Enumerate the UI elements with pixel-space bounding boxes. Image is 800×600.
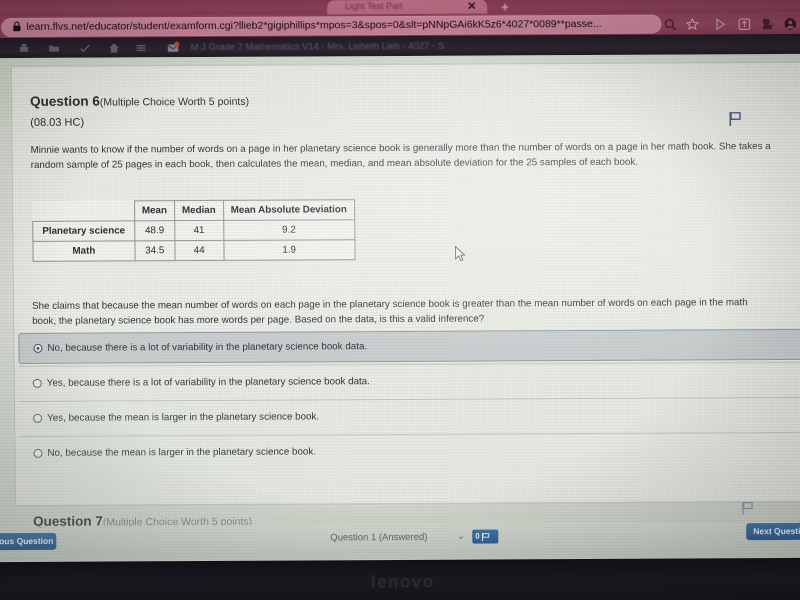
folder-icon[interactable] bbox=[48, 42, 61, 55]
table-header-row: Mean Median Mean Absolute Deviation bbox=[32, 199, 355, 222]
question-meta: (Multiple Choice Worth 5 points) bbox=[99, 95, 250, 109]
question-stem: Minnie wants to know if the number of wo… bbox=[30, 141, 771, 171]
next-question-button[interactable]: Next Question bbox=[746, 522, 800, 541]
table-row: Planetary science 48.9 41 9.2 bbox=[32, 219, 355, 242]
star-icon[interactable] bbox=[685, 17, 699, 31]
flagged-count-badge[interactable]: 0 bbox=[472, 529, 499, 544]
device-brand-logo: lenovo bbox=[370, 571, 435, 592]
cell-planetary-mad: 9.2 bbox=[223, 219, 355, 241]
table-col-mean: Mean bbox=[134, 200, 175, 221]
close-icon[interactable]: ✕ bbox=[467, 0, 476, 13]
address-bar-url: learn.flvs.net/educator/student/examform… bbox=[26, 17, 602, 33]
new-tab-icon[interactable]: + bbox=[501, 0, 509, 14]
answer-option-4[interactable]: No, because the mean is larger in the pl… bbox=[19, 431, 800, 469]
answer-option-3[interactable]: Yes, because the mean is larger in the p… bbox=[18, 396, 800, 434]
question-claim-text: She claims that because the mean number … bbox=[31, 297, 748, 327]
print-icon[interactable] bbox=[18, 42, 31, 55]
question-header: Question 6(Multiple Choice Worth 5 point… bbox=[30, 92, 249, 111]
cell-math-mad: 1.9 bbox=[223, 239, 355, 261]
flag-icon[interactable] bbox=[728, 111, 742, 126]
radio-button-2[interactable] bbox=[32, 378, 42, 388]
extension-icon[interactable] bbox=[737, 17, 751, 31]
home-icon[interactable] bbox=[108, 41, 121, 54]
table-corner-cell bbox=[32, 200, 135, 222]
share-icon[interactable] bbox=[713, 17, 727, 31]
cell-planetary-mean: 48.9 bbox=[134, 220, 175, 241]
table-row-label-planetary: Planetary science bbox=[32, 220, 135, 242]
search-zoom-icon[interactable] bbox=[663, 18, 677, 32]
previous-question-button[interactable]: Previous Question bbox=[0, 532, 57, 551]
browser-page-title: M J Grade 7 Mathematics V14 - Mrs. Lisbe… bbox=[190, 40, 445, 54]
radio-button-1[interactable] bbox=[33, 343, 43, 353]
cell-math-median: 44 bbox=[174, 240, 224, 261]
lock-icon bbox=[13, 21, 21, 32]
menu-icon[interactable] bbox=[135, 41, 148, 54]
flag-icon[interactable] bbox=[741, 501, 754, 515]
table-row: Math 34.5 44 1.9 bbox=[32, 239, 355, 262]
exam-question-card: Question 6(Multiple Choice Worth 5 point… bbox=[10, 61, 800, 507]
answer-options-list: No, because there is a lot of variabilit… bbox=[18, 328, 800, 471]
answer-option-2[interactable]: Yes, because there is a lot of variabili… bbox=[18, 361, 800, 399]
question-selector[interactable]: Question 1 (Answered) bbox=[330, 530, 470, 547]
cell-planetary-median: 41 bbox=[174, 220, 224, 241]
mail-notification-icon[interactable] bbox=[167, 41, 180, 54]
check-icon[interactable] bbox=[79, 42, 92, 55]
cell-math-mean: 34.5 bbox=[134, 240, 175, 261]
browser-tab-title: Light Test Part bbox=[345, 0, 403, 12]
question-number: Question 6 bbox=[30, 93, 100, 109]
answer-option-1-label: No, because there is a lot of variabilit… bbox=[47, 341, 368, 354]
radio-button-3[interactable] bbox=[33, 413, 43, 423]
flagged-count-value: 0 bbox=[475, 531, 480, 541]
table-col-median: Median bbox=[174, 200, 224, 221]
statistics-table: Mean Median Mean Absolute Deviation Plan… bbox=[32, 199, 356, 262]
avatar-icon[interactable] bbox=[783, 17, 797, 31]
table-col-mad: Mean Absolute Deviation bbox=[223, 199, 355, 221]
question-standard-code: (08.03 HC) bbox=[30, 116, 85, 129]
radio-button-4[interactable] bbox=[33, 448, 43, 458]
table-row-label-math: Math bbox=[32, 240, 135, 262]
answer-option-2-label: Yes, because there is a lot of variabili… bbox=[46, 375, 370, 389]
answer-option-1[interactable]: No, because there is a lot of variabilit… bbox=[18, 328, 800, 364]
flag-icon bbox=[482, 532, 490, 541]
chevron-down-icon[interactable]: ⌄ bbox=[457, 531, 465, 542]
screen-photo: Light Test Part ✕ + learn.flvs.net/educa… bbox=[0, 0, 800, 600]
answer-option-3-label: Yes, because the mean is larger in the p… bbox=[47, 410, 320, 424]
answer-option-4-label: No, because the mean is larger in the pl… bbox=[47, 445, 316, 459]
puzzle-extension-icon[interactable] bbox=[760, 17, 774, 31]
